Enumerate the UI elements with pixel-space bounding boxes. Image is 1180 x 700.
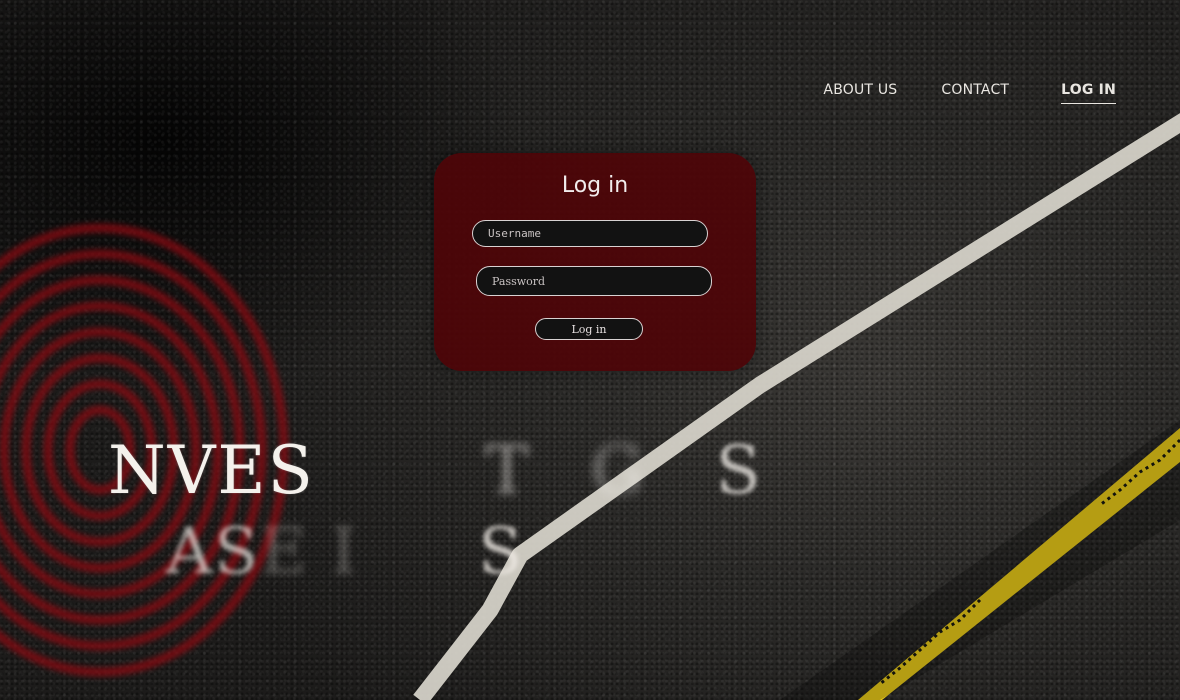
login-card-title: Log in [561,173,629,198]
nav-contact-link[interactable]: CONTACT [941,82,1009,104]
hero-line-1-ghost-a: T [484,432,531,509]
username-input[interactable] [472,220,708,247]
password-input[interactable] [476,266,712,296]
hero-line-1-main: NVES [108,432,315,509]
hero-line-2-main: AS [166,515,261,589]
page-root: ABOUT US CONTACT LOG IN Log in Log in NV… [0,0,1180,700]
hero-line-2-fade: E I [260,515,359,589]
hero-line-1-ghost-b: G [590,432,646,509]
hero-line-1-tail: S [715,432,763,509]
hero-title-line-2: ASE IS [166,520,524,584]
nav-log-in-link[interactable]: LOG IN [1061,82,1116,104]
login-card: Log in Log in [434,153,756,371]
top-nav: ABOUT US CONTACT LOG IN [823,82,1116,104]
login-submit-button[interactable]: Log in [535,318,643,340]
hero-title-line-1: NVES T G S [108,438,763,504]
caution-tape [858,428,1180,700]
hero-line-2-tail: S [478,515,525,589]
nav-about-us-link[interactable]: ABOUT US [823,82,897,104]
